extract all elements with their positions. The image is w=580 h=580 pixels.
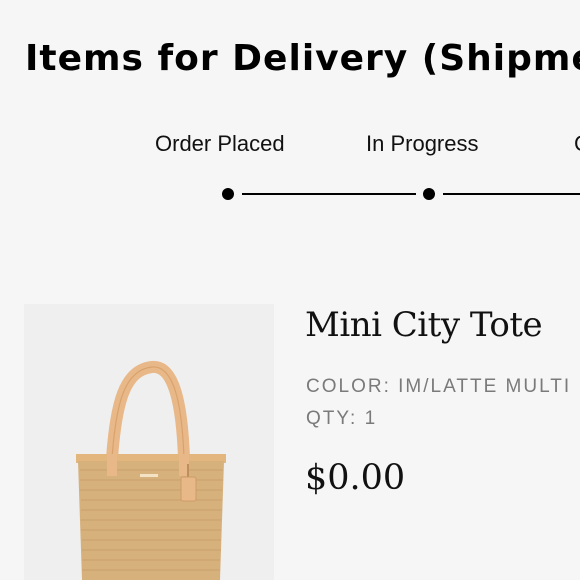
color-label: COLOR: [306,376,391,397]
product-name[interactable]: Mini City Tote [305,305,543,345]
step-completed-label: C [574,131,580,157]
qty-label: QTY: [306,408,358,429]
tote-bag-icon [76,361,226,580]
product-quantity: QTY: 1 [306,408,377,430]
order-page: Items for Delivery (Shipment Order Place… [0,0,580,580]
step-connector-line [443,193,580,195]
step-order-placed-label: Order Placed [155,131,285,156]
step-in-progress-dot [423,188,435,200]
step-order-placed-dot [222,188,234,200]
color-value: IM/LATTE MULTI [398,376,572,397]
product-price: $0.00 [305,458,406,498]
page-title: Items for Delivery (Shipment [25,38,580,79]
step-connector-line [242,193,416,195]
product-color: COLOR: IM/LATTE MULTI [306,376,571,398]
step-in-progress-label: In Progress [366,131,479,156]
qty-value: 1 [364,408,378,429]
product-image[interactable] [24,304,274,580]
